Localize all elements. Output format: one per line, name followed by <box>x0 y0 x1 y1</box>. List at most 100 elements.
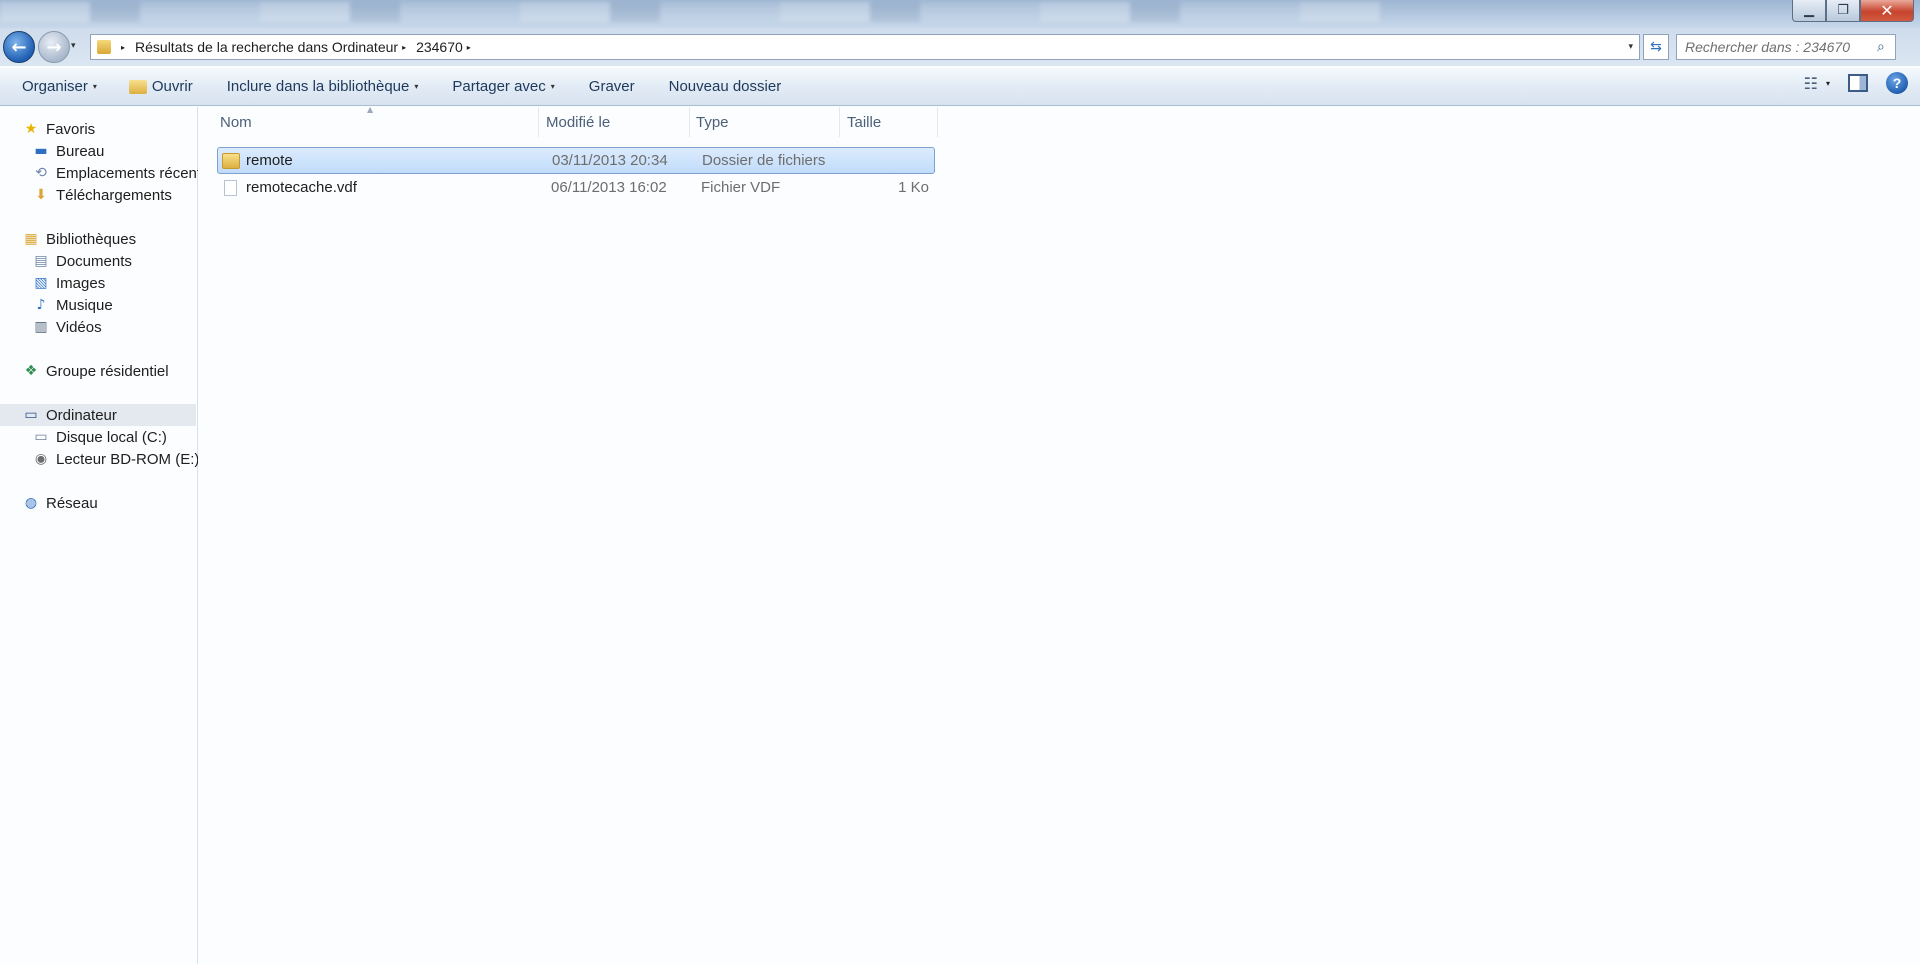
sidebar-item-pictures[interactable]: ▧ Images <box>32 272 198 294</box>
file-name: remote <box>246 152 293 169</box>
search-input[interactable] <box>1685 39 1875 55</box>
forward-arrow-icon: → <box>46 36 62 58</box>
refresh-button[interactable]: ⇆ <box>1643 34 1669 60</box>
back-arrow-icon: ← <box>11 36 27 58</box>
breadcrumb-folder[interactable]: 234670 <box>416 39 463 55</box>
share-with-label: Partager avec <box>452 78 546 95</box>
window-controls: ▁ ❐ ✕ <box>1792 0 1914 22</box>
search-box[interactable]: ⌕ <box>1676 34 1896 60</box>
view-controls: ☷ ▾ ? <box>1804 72 1908 94</box>
forward-button[interactable]: → <box>38 31 70 63</box>
taskbar-thumbnails-blur <box>0 2 1380 22</box>
type-cell: Fichier VDF <box>701 179 781 196</box>
new-folder-label: Nouveau dossier <box>668 78 782 95</box>
column-label: Type <box>696 113 729 131</box>
include-in-library-button[interactable]: Inclure dans la bibliothèque ▾ <box>215 72 431 102</box>
column-header-size[interactable]: Taille <box>840 107 938 137</box>
sidebar-item-label: Documents <box>56 252 132 270</box>
folder-icon <box>222 152 240 169</box>
sidebar-item-label: Bureau <box>56 142 105 160</box>
pictures-icon: ▧ <box>34 275 48 291</box>
sidebar-item-network[interactable]: ◍ Réseau <box>22 492 218 514</box>
sidebar-item-desktop[interactable]: ▬ Bureau <box>32 140 198 162</box>
table-row[interactable]: remotecache.vdf 06/11/2013 16:02 Fichier… <box>217 174 935 201</box>
libraries-icon: ▦ <box>24 231 38 247</box>
minimize-button[interactable]: ▁ <box>1792 0 1826 22</box>
file-icon <box>224 179 237 196</box>
organize-label: Organiser <box>22 78 88 95</box>
share-with-button[interactable]: Partager avec ▾ <box>440 72 566 102</box>
include-library-label: Inclure dans la bibliothèque <box>226 78 410 95</box>
sidebar-item-bd-rom[interactable]: ◉ Lecteur BD-ROM (E:) <box>32 448 198 470</box>
column-header-modified[interactable]: Modifié le <box>539 107 690 137</box>
sidebar-item-label: Lecteur BD-ROM (E:) <box>56 450 198 468</box>
search-folder-icon <box>97 40 111 54</box>
sidebar-item-label: Images <box>56 274 106 292</box>
sidebar-item-label: Réseau <box>46 494 98 512</box>
change-view-button[interactable]: ☷ ▾ <box>1804 74 1830 93</box>
refresh-icon: ⇆ <box>1650 39 1662 55</box>
sidebar-item-computer[interactable]: ▭ Ordinateur <box>0 404 196 426</box>
table-row[interactable]: remote 03/11/2013 20:34 Dossier de fichi… <box>217 147 935 174</box>
size-cell: 1 Ko <box>898 179 929 196</box>
file-name-cell: remote <box>218 152 547 169</box>
downloads-icon: ⬇ <box>35 187 47 203</box>
sidebar-item-libraries[interactable]: ▦ Bibliothèques <box>22 228 218 250</box>
sidebar-item-documents[interactable]: ▤ Documents <box>32 250 198 272</box>
close-button[interactable]: ✕ <box>1860 0 1914 22</box>
chevron-down-icon: ▾ <box>1825 78 1830 88</box>
star-icon: ★ <box>24 121 38 137</box>
sidebar-item-label: Vidéos <box>56 318 102 336</box>
sidebar-item-local-disk[interactable]: ▭ Disque local (C:) <box>32 426 198 448</box>
column-label: Taille <box>847 113 882 131</box>
sidebar-item-music[interactable]: ♪ Musique <box>32 294 198 316</box>
minimize-icon: ▁ <box>1804 3 1814 18</box>
network-icon: ◍ <box>24 495 38 511</box>
burn-button[interactable]: Graver <box>577 72 647 102</box>
column-header-type[interactable]: Type <box>690 107 840 137</box>
sidebar-item-label: Bibliothèques <box>46 230 137 248</box>
file-name: remotecache.vdf <box>246 179 357 196</box>
sidebar-item-recent-places[interactable]: ⟲ Emplacements récents <box>32 162 198 184</box>
search-icon[interactable]: ⌕ <box>1877 39 1885 55</box>
sidebar-item-label: Emplacements récents <box>56 164 198 182</box>
back-button[interactable]: ← <box>3 31 35 63</box>
sort-ascending-icon: ▲ <box>367 105 374 114</box>
desktop-icon: ▬ <box>34 143 48 159</box>
sidebar-item-favorites[interactable]: ★ Favoris <box>22 118 218 140</box>
modified-cell: 06/11/2013 16:02 <box>551 179 667 196</box>
modified-cell: 03/11/2013 20:34 <box>552 152 668 169</box>
close-icon: ✕ <box>1880 1 1894 20</box>
preview-pane-icon[interactable] <box>1848 74 1868 92</box>
folder-icon <box>128 79 147 94</box>
sidebar-item-homegroup[interactable]: ❖ Groupe résidentiel <box>22 360 218 382</box>
sidebar-item-label: Musique <box>56 296 113 314</box>
videos-icon: ▥ <box>34 319 48 335</box>
column-label: Nom <box>220 113 252 131</box>
sidebar-item-label: Téléchargements <box>56 186 172 204</box>
sidebar-item-videos[interactable]: ▥ Vidéos <box>32 316 198 338</box>
new-folder-button[interactable]: Nouveau dossier <box>657 72 794 102</box>
column-label: Modifié le <box>546 113 611 131</box>
help-icon[interactable]: ? <box>1886 72 1908 94</box>
hard-drive-icon: ▭ <box>34 429 48 445</box>
recent-pages-dropdown[interactable]: ▾ <box>71 41 76 51</box>
optical-drive-icon: ◉ <box>34 451 48 467</box>
open-button[interactable]: Ouvrir <box>117 72 205 102</box>
address-history-dropdown[interactable]: ▾ <box>1628 42 1633 52</box>
music-icon: ♪ <box>36 297 46 313</box>
sidebar-item-downloads[interactable]: ⬇ Téléchargements <box>32 184 198 206</box>
address-bar[interactable]: ▸ Résultats de la recherche dans Ordinat… <box>90 34 1640 60</box>
chevron-down-icon: ▾ <box>92 82 97 91</box>
breadcrumb-arrow-end[interactable]: ▸ <box>467 43 471 52</box>
chevron-down-icon: ▾ <box>414 82 419 91</box>
breadcrumb-arrow[interactable]: ▸ <box>402 43 406 52</box>
recent-places-icon: ⟲ <box>35 165 47 181</box>
breadcrumb-search-results[interactable]: Résultats de la recherche dans Ordinateu… <box>135 39 398 55</box>
column-header-name[interactable]: Nom ▲ <box>217 105 539 137</box>
organize-button[interactable]: Organiser ▾ <box>10 72 109 102</box>
breadcrumb-root-arrow[interactable]: ▸ <box>121 43 125 52</box>
details-view-icon: ☷ <box>1803 73 1818 93</box>
column-headers: Nom ▲ Modifié le Type Taille <box>217 105 938 137</box>
maximize-button[interactable]: ❐ <box>1826 0 1860 22</box>
